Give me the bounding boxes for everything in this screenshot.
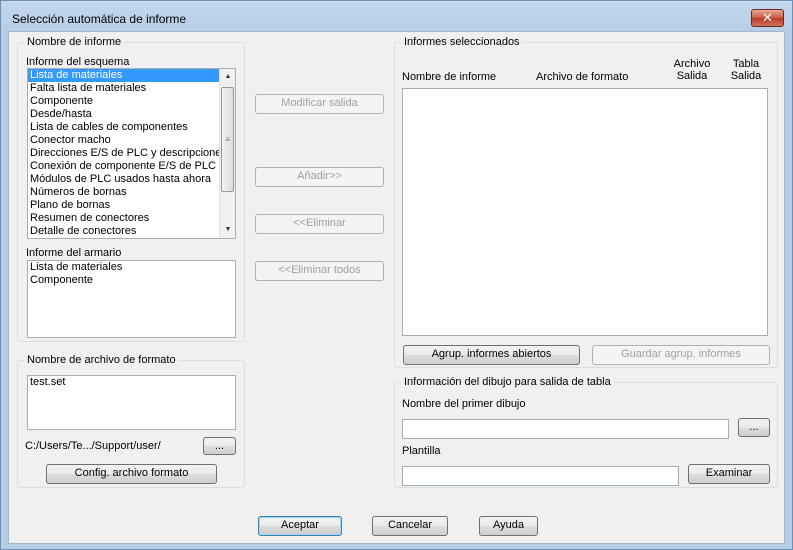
list-item[interactable]: Números de bornas bbox=[28, 186, 235, 199]
list-item[interactable]: Direcciones E/S de PLC y descripciones bbox=[28, 147, 235, 160]
first-drawing-input[interactable] bbox=[402, 419, 729, 439]
add-button[interactable]: Añadir>> bbox=[255, 167, 384, 187]
help-button[interactable]: Ayuda bbox=[479, 516, 538, 536]
list-item[interactable]: Conexión de componente E/S de PLC bbox=[28, 160, 235, 173]
col-header-format-file[interactable]: Archivo de formato bbox=[536, 71, 628, 83]
list-item[interactable]: Conector macho bbox=[28, 134, 235, 147]
col-header-output-file[interactable]: Archivo Salida bbox=[667, 58, 717, 82]
remove-button[interactable]: <<Eliminar bbox=[255, 214, 384, 234]
save-report-group-button[interactable]: Guardar agrup. informes bbox=[592, 345, 770, 365]
dialog-client-area: Nombre de informe Informe del esquema Li… bbox=[8, 31, 785, 544]
schematic-report-items: Lista de materiales Falta lista de materi… bbox=[28, 69, 235, 238]
col-header-output-table-line1: Tabla bbox=[732, 58, 760, 70]
format-file-list[interactable]: test.set bbox=[27, 375, 236, 430]
list-item[interactable]: test.set bbox=[28, 376, 235, 389]
list-item[interactable]: Plano de bornas bbox=[28, 199, 235, 212]
col-header-output-file-line2: Salida bbox=[676, 70, 708, 82]
col-header-output-table[interactable]: Tabla Salida bbox=[725, 58, 767, 82]
config-format-button[interactable]: Config. archivo formato bbox=[46, 464, 217, 484]
panel-report-list[interactable]: Lista de materiales Componente bbox=[27, 260, 236, 338]
first-drawing-browse-button[interactable]: ... bbox=[738, 418, 770, 437]
scroll-down-arrow-icon[interactable]: ▼ bbox=[220, 222, 235, 238]
list-item[interactable]: Lista de materiales bbox=[28, 261, 235, 274]
schematic-list-scrollbar[interactable]: ▲ ≡ ▼ bbox=[219, 69, 235, 238]
list-item[interactable]: Desde/hasta bbox=[28, 108, 235, 121]
examine-button[interactable]: Examinar bbox=[688, 464, 770, 484]
first-drawing-label: Nombre del primer dibujo bbox=[402, 398, 526, 410]
schematic-report-list[interactable]: Lista de materiales Falta lista de materi… bbox=[27, 68, 236, 239]
scroll-thumb[interactable]: ≡ bbox=[221, 87, 234, 192]
accept-button[interactable]: Aceptar bbox=[258, 516, 342, 536]
col-header-report-name[interactable]: Nombre de informe bbox=[402, 71, 496, 83]
close-icon: ✕ bbox=[762, 10, 773, 25]
modify-output-button[interactable]: Modificar salida bbox=[255, 94, 384, 114]
selected-reports-group-title: Informes seleccionados bbox=[401, 36, 523, 48]
list-item[interactable]: Resumen de conectores bbox=[28, 212, 235, 225]
list-item[interactable]: Módulos de PLC usados hasta ahora bbox=[28, 173, 235, 186]
report-name-group-title: Nombre de informe bbox=[24, 36, 125, 48]
list-item[interactable]: Componente bbox=[28, 274, 235, 287]
template-input[interactable] bbox=[402, 466, 679, 486]
remove-all-button[interactable]: <<Eliminar todos bbox=[255, 261, 384, 281]
window-title: Selección automática de informe bbox=[12, 12, 187, 26]
list-item[interactable]: Lista de cables de componentes bbox=[28, 121, 235, 134]
col-header-output-file-line1: Archivo bbox=[673, 58, 711, 70]
template-label: Plantilla bbox=[402, 445, 441, 457]
format-path-text: C:/Users/Te.../Support/user/ bbox=[25, 440, 161, 452]
cancel-button[interactable]: Cancelar bbox=[372, 516, 448, 536]
close-button[interactable]: ✕ bbox=[751, 9, 784, 27]
group-open-reports-button[interactable]: Agrup. informes abiertos bbox=[403, 345, 580, 365]
format-file-items: test.set bbox=[28, 376, 235, 389]
format-browse-button[interactable]: ... bbox=[203, 437, 236, 455]
list-item[interactable]: Componente bbox=[28, 95, 235, 108]
col-header-output-table-line2: Salida bbox=[730, 70, 762, 82]
panel-report-items: Lista de materiales Componente bbox=[28, 261, 235, 287]
list-item[interactable]: Detalle de conectores bbox=[28, 225, 235, 238]
format-file-group-title: Nombre de archivo de formato bbox=[24, 354, 179, 366]
title-bar[interactable]: Selección automática de informe ✕ bbox=[1, 1, 792, 31]
schematic-report-label: Informe del esquema bbox=[26, 56, 130, 68]
list-item[interactable]: Lista de materiales bbox=[28, 69, 235, 82]
selected-reports-list[interactable] bbox=[402, 88, 768, 336]
scroll-up-arrow-icon[interactable]: ▲ bbox=[220, 69, 235, 85]
list-item[interactable]: Falta lista de materiales bbox=[28, 82, 235, 95]
panel-report-label: Informe del armario bbox=[26, 247, 122, 259]
drawing-info-group-title: Información del dibujo para salida de ta… bbox=[401, 376, 614, 388]
dialog-window: Selección automática de informe ✕ Nombre… bbox=[0, 0, 793, 550]
